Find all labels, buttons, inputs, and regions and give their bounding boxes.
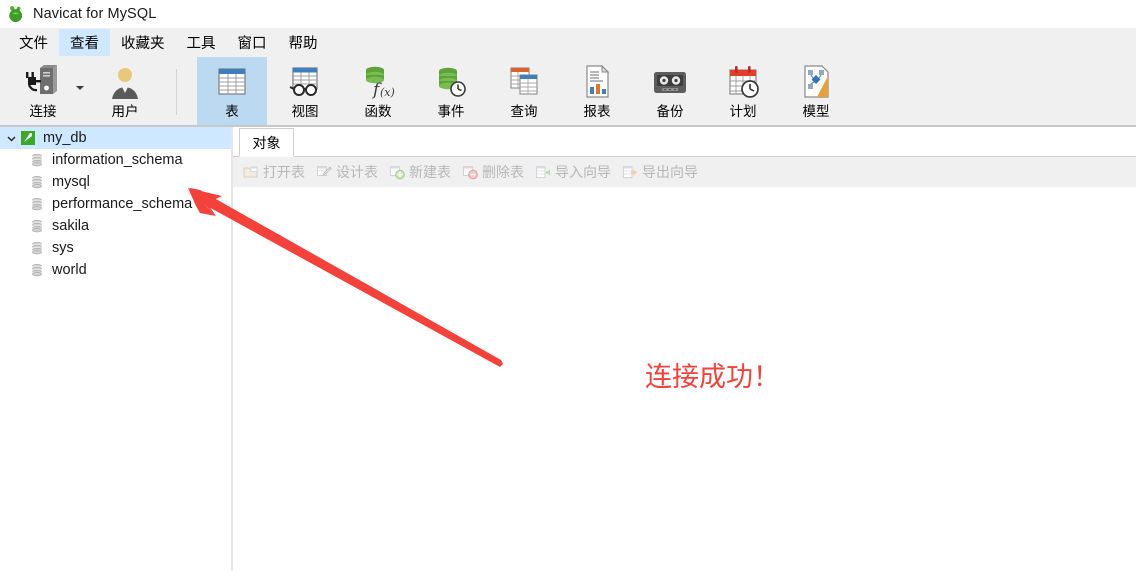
toolbar-label-model: 模型 <box>802 104 830 119</box>
open-table-icon <box>243 164 259 180</box>
chevron-down-icon[interactable] <box>76 86 84 90</box>
export-wizard-icon <box>622 164 638 180</box>
event-icon <box>432 62 470 102</box>
menu-item-tools[interactable]: 工具 <box>176 29 227 56</box>
toolbar-button-view[interactable]: 视图 <box>270 57 340 127</box>
toolbar-button-event[interactable]: 事件 <box>416 57 486 127</box>
query-icon <box>505 62 543 102</box>
menu-item-help[interactable]: 帮助 <box>278 29 329 56</box>
toolbar-button-table[interactable]: 表 <box>197 57 267 127</box>
tree-label-information-schema: information_schema <box>52 152 183 168</box>
menu-bar: 文件 查看 收藏夹 工具 窗口 帮助 <box>0 28 1136 57</box>
tree-item-sakila[interactable]: sakila <box>0 215 231 237</box>
delete-table-button[interactable]: 删除表 <box>458 160 531 184</box>
object-list-area <box>233 187 1136 571</box>
menu-item-window[interactable]: 窗口 <box>227 29 278 56</box>
tree-label-sakila: sakila <box>52 218 90 234</box>
toolbar-label-table: 表 <box>225 104 239 119</box>
toolbar-label-connection: 连接 <box>29 104 57 119</box>
tree-item-sys[interactable]: sys <box>0 237 231 259</box>
database-icon <box>30 175 45 190</box>
toolbar-button-backup[interactable]: 备份 <box>635 57 705 127</box>
toolbar-label-event: 事件 <box>437 104 465 119</box>
main-toolbar: 连接 用户 表 视图 f (x) 函数 事件 查询 报表 备份 计划 模型 <box>0 57 1136 127</box>
toolbar-separator <box>176 69 177 115</box>
database-icon <box>30 219 45 234</box>
import-wizard-icon <box>535 164 551 180</box>
tree-label-my-db: my_db <box>43 130 87 146</box>
menu-item-favorites[interactable]: 收藏夹 <box>110 29 176 56</box>
toolbar-button-report[interactable]: 报表 <box>562 57 632 127</box>
toolbar-button-schedule[interactable]: 计划 <box>708 57 778 127</box>
delete-table-icon <box>462 164 478 180</box>
toolbar-label-report: 报表 <box>583 104 611 119</box>
svg-text:(x): (x) <box>380 86 395 99</box>
chevron-down-icon[interactable] <box>4 131 19 146</box>
toolbar-button-user[interactable]: 用户 <box>90 57 160 127</box>
content-pane: 对象 打开表 设计表 新建表 删除表 导入向导 导出向导 <box>233 127 1136 571</box>
design-table-icon <box>316 164 332 180</box>
tree-item-world[interactable]: world <box>0 259 231 281</box>
tree-label-performance-schema: performance_schema <box>52 196 193 212</box>
open-table-button[interactable]: 打开表 <box>239 160 312 184</box>
toolbar-label-backup: 备份 <box>656 104 684 119</box>
object-toolbar: 打开表 设计表 新建表 删除表 导入向导 导出向导 <box>233 157 1136 187</box>
menu-item-view[interactable]: 查看 <box>59 29 110 56</box>
import-wizard-button[interactable]: 导入向导 <box>531 160 618 184</box>
navicat-window: Navicat for MySQL 文件 查看 收藏夹 工具 窗口 帮助 连接 … <box>0 0 1136 571</box>
design-table-button[interactable]: 设计表 <box>312 160 385 184</box>
model-icon <box>798 62 834 102</box>
tree-item-information-schema[interactable]: information_schema <box>0 149 231 171</box>
new-table-icon <box>389 164 405 180</box>
database-icon <box>30 241 45 256</box>
navicat-logo-icon <box>9 6 23 23</box>
toolbar-button-query[interactable]: 查询 <box>489 57 559 127</box>
delete-table-label: 删除表 <box>482 164 524 180</box>
open-table-label: 打开表 <box>263 164 305 180</box>
database-icon <box>30 153 45 168</box>
title-bar: Navicat for MySQL <box>0 0 1136 28</box>
export-wizard-label: 导出向导 <box>642 164 698 180</box>
report-icon <box>579 62 615 102</box>
toolbar-label-function: 函数 <box>364 104 392 119</box>
tree-label-world: world <box>52 262 87 278</box>
user-icon <box>105 62 145 102</box>
window-title: Navicat for MySQL <box>33 6 157 22</box>
toolbar-label-view: 视图 <box>291 104 319 119</box>
schedule-icon <box>724 62 762 102</box>
tree-item-mysql[interactable]: mysql <box>0 171 231 193</box>
tab-label-objects: 对象 <box>252 134 281 151</box>
connection-tree-sidebar: my_db information_schema mysql performan… <box>0 127 231 571</box>
toolbar-button-connection[interactable]: 连接 <box>8 57 78 127</box>
menu-item-file[interactable]: 文件 <box>8 29 59 56</box>
tree-item-my-db[interactable]: my_db <box>0 127 231 149</box>
toolbar-label-user: 用户 <box>111 104 139 119</box>
tree-label-mysql: mysql <box>52 174 90 190</box>
backup-icon <box>650 62 690 102</box>
database-icon <box>30 197 45 212</box>
tree-item-performance-schema[interactable]: performance_schema <box>0 193 231 215</box>
import-wizard-label: 导入向导 <box>555 164 611 180</box>
export-wizard-button[interactable]: 导出向导 <box>618 160 705 184</box>
toolbar-label-schedule: 计划 <box>729 104 757 119</box>
tab-objects[interactable]: 对象 <box>239 128 294 157</box>
design-table-label: 设计表 <box>336 164 378 180</box>
function-icon: f (x) <box>359 62 397 102</box>
toolbar-button-function[interactable]: f (x) 函数 <box>343 57 413 127</box>
tree-label-sys: sys <box>52 240 74 256</box>
new-table-label: 新建表 <box>409 164 451 180</box>
toolbar-button-model[interactable]: 模型 <box>781 57 851 127</box>
table-icon <box>214 62 250 102</box>
new-table-button[interactable]: 新建表 <box>385 160 458 184</box>
view-icon <box>286 62 324 102</box>
tab-strip: 对象 <box>233 127 1136 157</box>
database-icon <box>30 263 45 278</box>
connection-icon <box>23 62 63 102</box>
connection-green-icon <box>20 130 36 146</box>
toolbar-label-query: 查询 <box>510 104 538 119</box>
